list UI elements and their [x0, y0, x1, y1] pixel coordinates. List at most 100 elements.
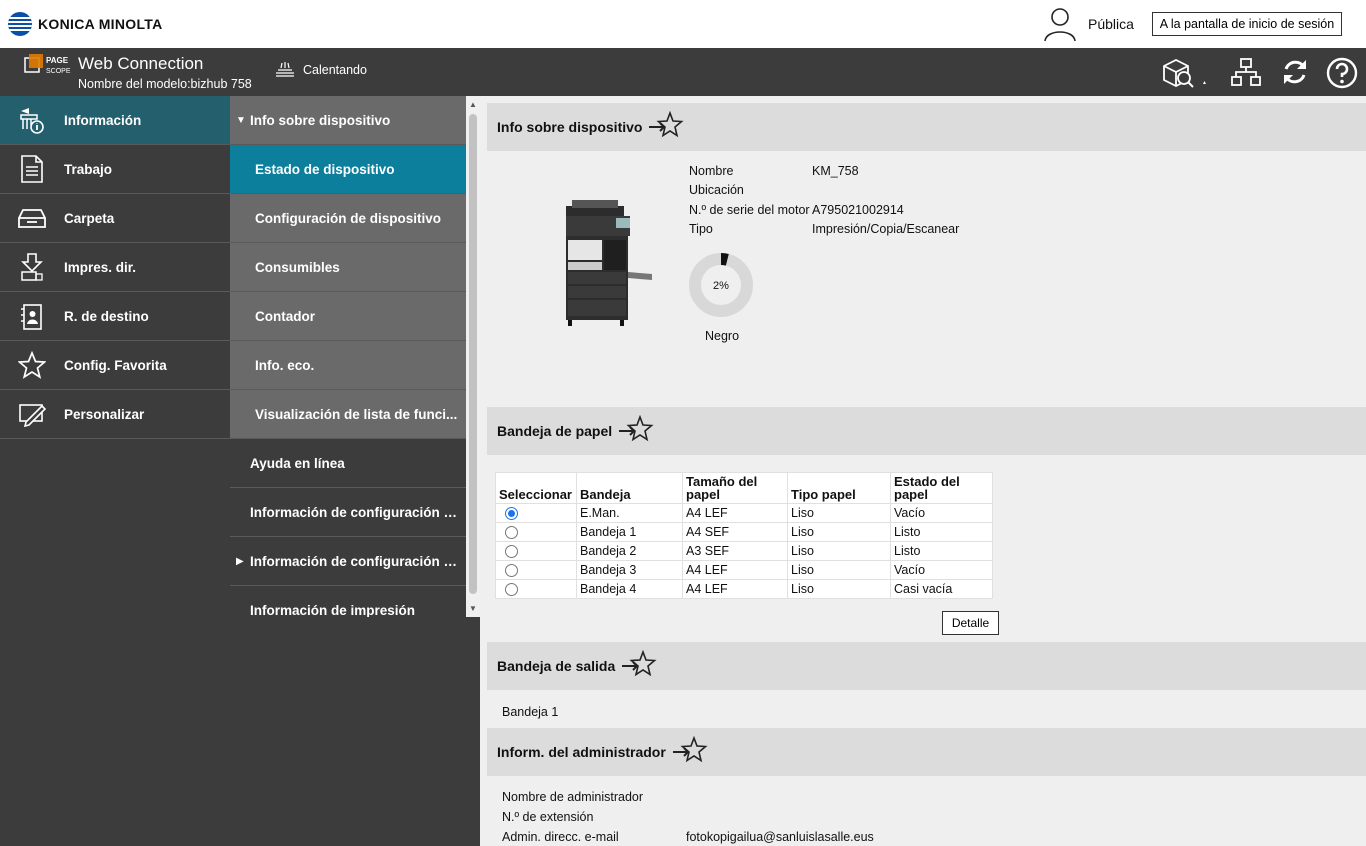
subnav-head-info-sobre-dispositivo[interactable]: ▼ Info sobre dispositivo [230, 96, 466, 145]
star-icon [0, 351, 64, 379]
subnav-item-info-eco[interactable]: Info. eco. [230, 341, 466, 390]
subnav-item-lista-de-funciones[interactable]: Visualización de lista de funci... [230, 390, 466, 439]
add-favorite-star-icon[interactable] [648, 110, 685, 144]
refresh-icon[interactable] [1279, 56, 1311, 91]
tray-select-radio[interactable] [505, 507, 518, 521]
pagescope-top-text: PAGE [46, 56, 69, 65]
top-bar: KONICA MINOLTA Pública A la pantalla de … [0, 0, 1366, 48]
section-header-paper-tray: Bandeja de papel [487, 407, 1366, 455]
subnav-item-ayuda-en-linea[interactable]: Ayuda en línea [230, 439, 466, 488]
nav-item-carpeta[interactable]: Carpeta [0, 194, 230, 243]
main-nav: Información Trabajo Carpeta Impres. dir.… [0, 96, 230, 846]
device-info-list: Nombre KM_758 Ubicación N.º de serie del … [689, 164, 959, 241]
brand-name: KONICA MINOLTA [38, 16, 163, 32]
nav-label: R. de destino [64, 308, 149, 324]
table-row[interactable]: Bandeja 4 A4 LEF Liso Casi vacía [495, 579, 993, 599]
info-row: Ubicación [689, 183, 744, 198]
toner-percent: 2% [713, 280, 729, 292]
column-header: Tamaño del papel [682, 472, 788, 504]
nav-item-informacion[interactable]: Información [0, 96, 230, 145]
info-row: Tipo Impresión/Copia/Escanear [689, 221, 960, 236]
nav-label: Config. Favorita [64, 357, 167, 373]
admin-email-value: fotokopigailua@sanluislasalle.eus [686, 830, 874, 844]
table-row[interactable]: Bandeja 1 A4 SEF Liso Listo [495, 522, 993, 542]
tray-select-radio[interactable] [505, 564, 518, 578]
customize-icon [0, 401, 64, 427]
subnav-item-consumibles[interactable]: Consumibles [230, 243, 466, 292]
column-header: Seleccionar [495, 472, 577, 504]
model-name: Nombre del modelo:bizhub 758 [78, 77, 252, 91]
app-title: Web Connection [78, 54, 204, 73]
warming-up-icon [274, 60, 296, 83]
nav-filler [230, 617, 480, 846]
subnav-item-informacion-de-impresion[interactable]: Información de impresión [230, 586, 466, 617]
nav-label: Información [64, 112, 142, 128]
section-title: Bandeja de papel [497, 423, 613, 439]
subnav-item-estado-de-dispositivo[interactable]: Estado de dispositivo [230, 145, 466, 194]
nav-item-personalizar[interactable]: Personalizar [0, 390, 230, 439]
scroll-up-icon[interactable]: ▲ [469, 100, 477, 109]
column-header: Tipo papel [787, 472, 891, 504]
app-header: PAGE SCOPE Web Connection Nombre del mod… [0, 48, 1366, 96]
user-icon[interactable] [1042, 6, 1078, 45]
konica-minolta-logo-icon [8, 12, 32, 36]
info-row: N.º de serie del motor A795021002914 [689, 202, 904, 217]
scroll-thumb[interactable] [469, 114, 477, 594]
table-row[interactable]: E.Man. A4 LEF Liso Vacío [495, 503, 993, 523]
address-book-icon [0, 301, 64, 331]
toner-gauge: 2% [688, 252, 754, 318]
column-header: Bandeja [576, 472, 683, 504]
subnav-scrollbar[interactable]: ▲ ▼ [466, 96, 480, 617]
admin-label: N.º de extensión [502, 810, 594, 824]
admin-label: Nombre de administrador [502, 790, 644, 804]
search-device-icon[interactable] [1160, 56, 1212, 93]
help-icon[interactable] [1325, 56, 1359, 93]
nav-item-r-de-destino[interactable]: R. de destino [0, 292, 230, 341]
network-icon[interactable] [1230, 56, 1262, 91]
section-header-admin: Inform. del administrador [487, 728, 1366, 776]
tray-select-radio[interactable] [505, 545, 518, 559]
admin-label: Admin. direcc. e-mail [502, 830, 619, 844]
section-title: Inform. del administrador [497, 744, 666, 760]
table-row[interactable]: Bandeja 2 A3 SEF Liso Listo [495, 541, 993, 561]
main-content: Info sobre dispositivo Nombre KM_758 Ubic… [480, 96, 1366, 846]
subnav-item-info-configuracion-1[interactable]: Información de configuración d... [230, 488, 466, 537]
user-mode-label: Pública [1088, 16, 1134, 32]
subnav-item-info-configuracion-2[interactable]: ▶ Información de configuración d... [230, 537, 466, 586]
pagescope-bottom-text: SCOPE [46, 68, 71, 75]
nav-label: Trabajo [64, 161, 113, 177]
section-header-output-tray: Bandeja de salida [487, 642, 1366, 690]
nav-label: Impres. dir. [64, 259, 137, 275]
pagescope-logo-icon: PAGE SCOPE [24, 53, 74, 80]
printer-image [564, 200, 656, 329]
section-header-device-info: Info sobre dispositivo [487, 103, 1366, 151]
section-title: Info sobre dispositivo [497, 119, 643, 135]
subnav-item-contador[interactable]: Contador [230, 292, 466, 341]
triangle-right-icon: ▶ [236, 555, 244, 567]
toner-level-arc [720, 253, 729, 266]
login-screen-button[interactable]: A la pantalla de inicio de sesión [1152, 12, 1342, 36]
detail-button[interactable]: Detalle [942, 611, 999, 635]
scroll-down-icon[interactable]: ▼ [469, 604, 477, 613]
tray-select-radio[interactable] [505, 583, 518, 597]
add-favorite-star-icon[interactable] [618, 414, 654, 448]
info-device-icon [0, 105, 64, 135]
tray-select-radio[interactable] [505, 526, 518, 540]
folder-tray-icon [0, 206, 64, 230]
brand-logo: KONICA MINOLTA [8, 12, 162, 36]
add-favorite-star-icon[interactable] [621, 649, 657, 683]
toner-color-label: Negro [705, 329, 740, 343]
table-row[interactable]: Bandeja 3 A4 LEF Liso Vacío [495, 560, 993, 580]
nav-item-trabajo[interactable]: Trabajo [0, 145, 230, 194]
triangle-down-icon: ▼ [236, 114, 246, 126]
nav-item-config-favorita[interactable]: Config. Favorita [0, 341, 230, 390]
column-header: Estado del papel [890, 472, 993, 504]
add-favorite-star-icon[interactable] [672, 735, 708, 769]
section-title: Bandeja de salida [497, 658, 616, 674]
subnav-item-configuracion-de-dispositivo[interactable]: Configuración de dispositivo [230, 194, 466, 243]
output-tray-value: Bandeja 1 [502, 705, 559, 719]
info-row: Nombre KM_758 [689, 164, 859, 178]
nav-item-impres-dir[interactable]: Impres. dir. [0, 243, 230, 292]
nav-label: Carpeta [64, 210, 115, 226]
direct-print-icon [0, 252, 64, 282]
